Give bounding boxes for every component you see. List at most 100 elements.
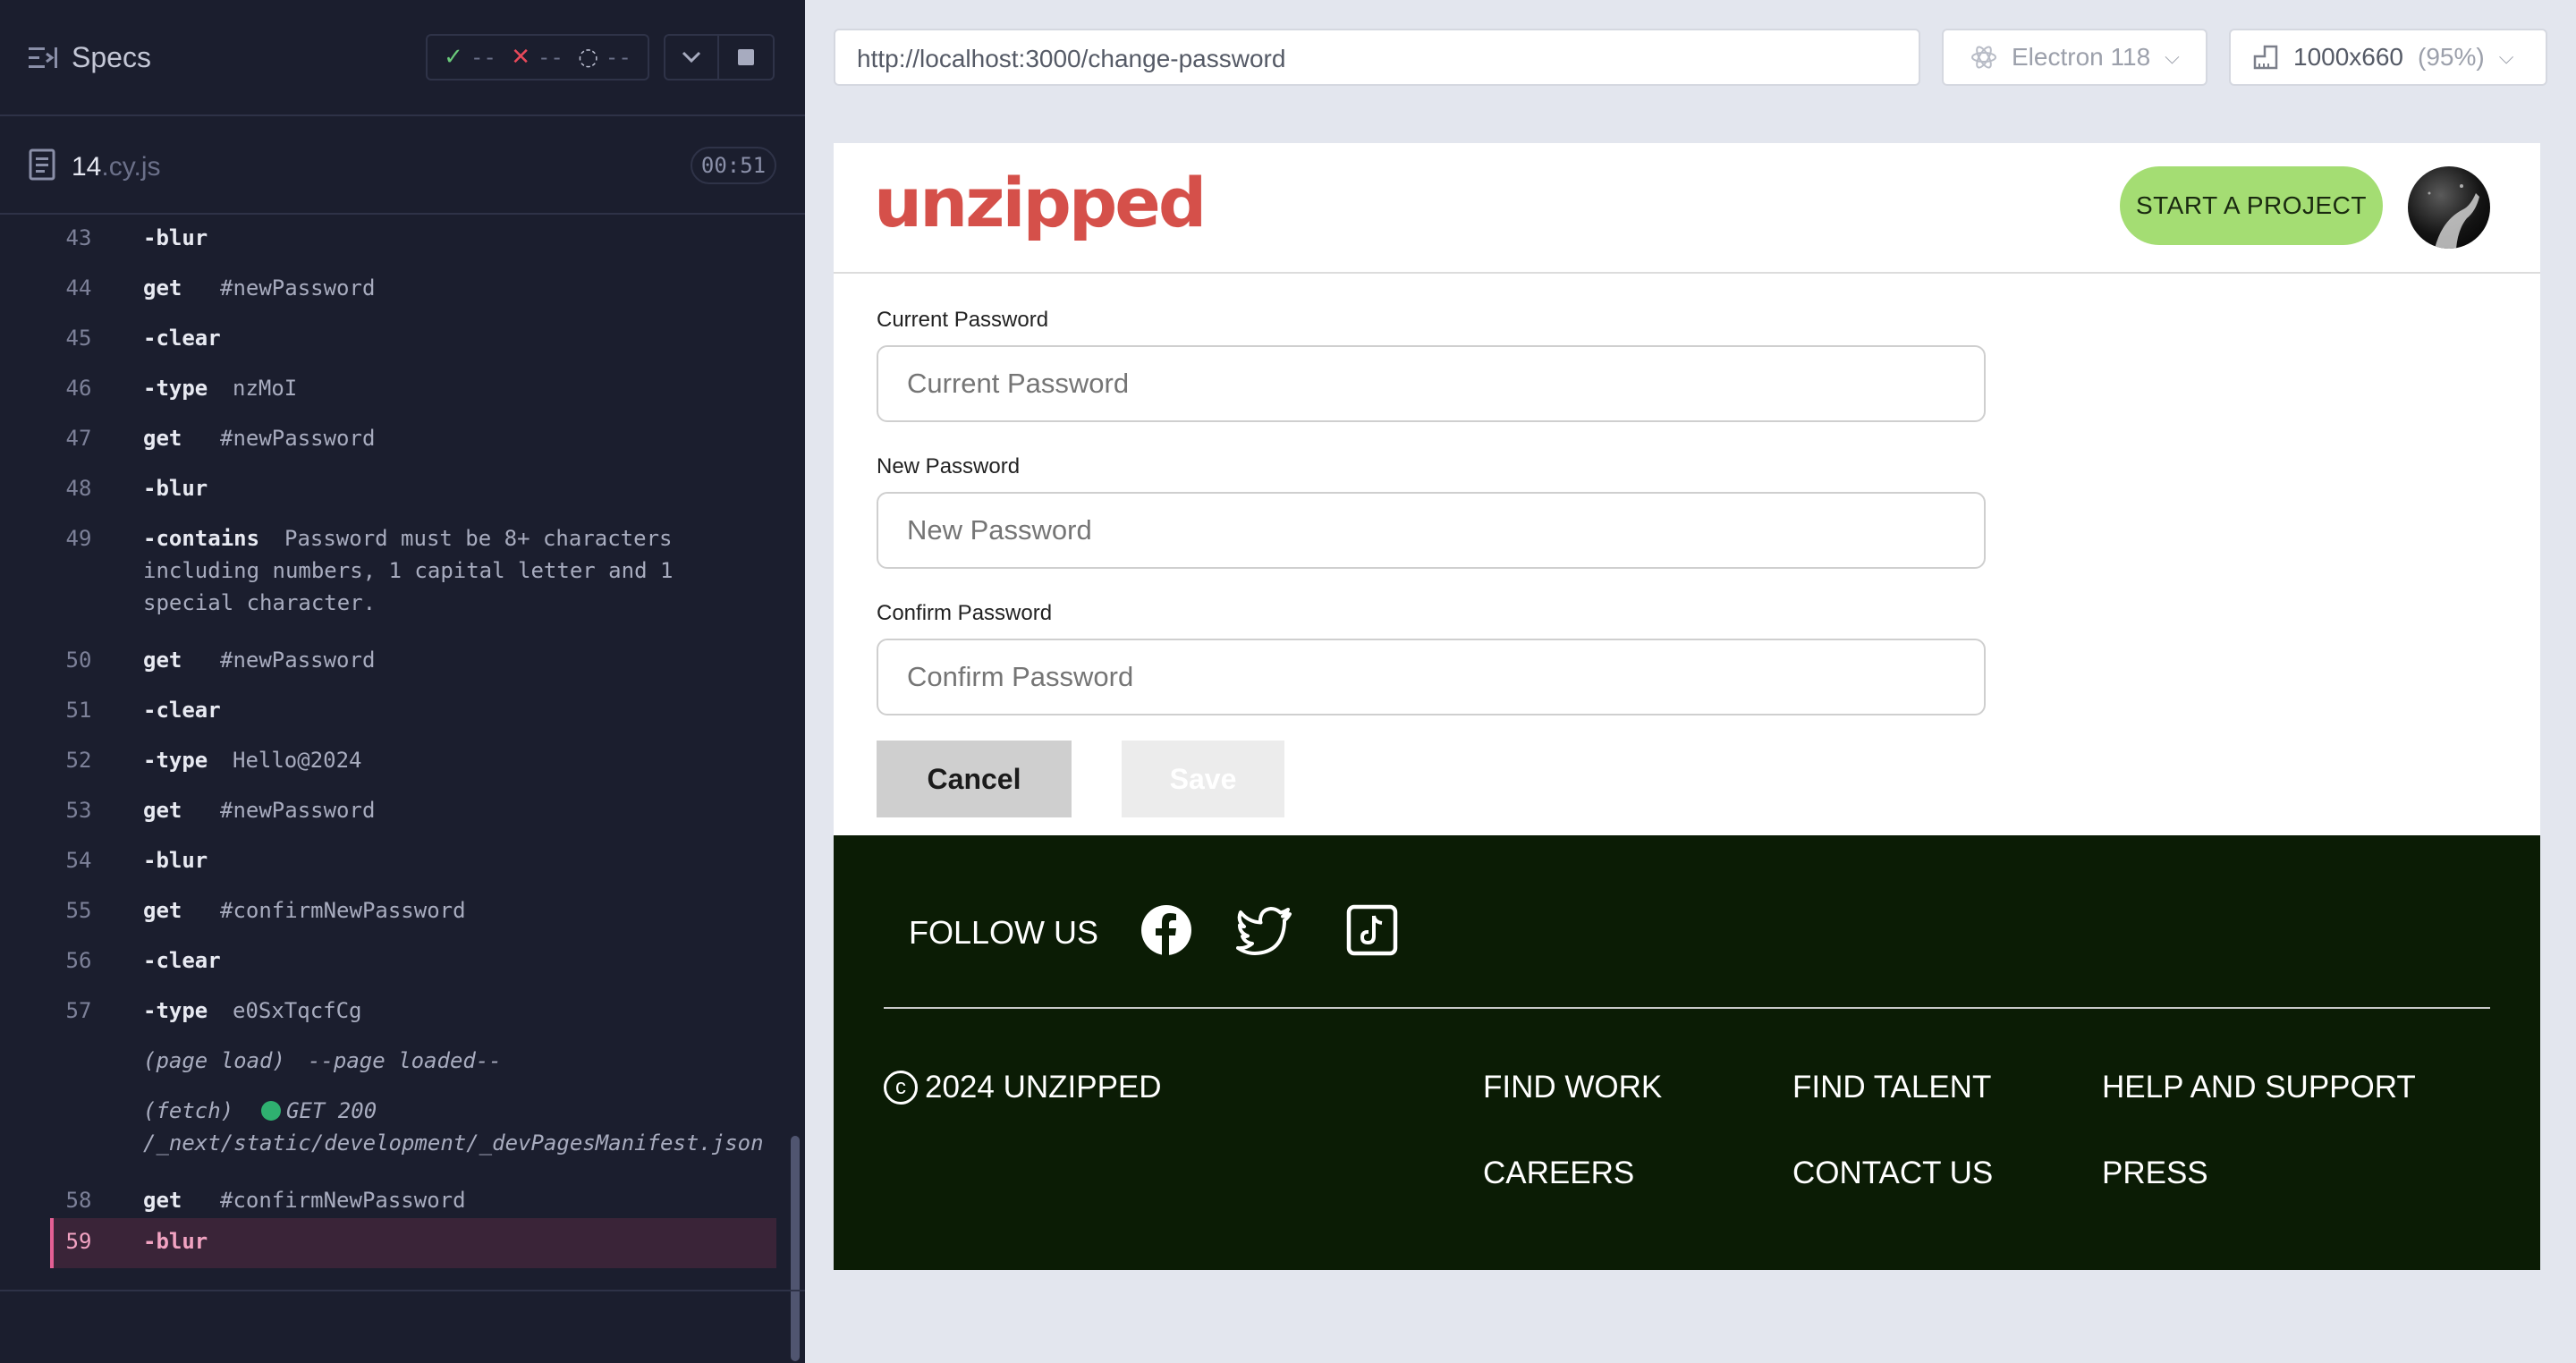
new-password-label: New Password (877, 454, 1021, 478)
browser-selector[interactable]: Electron 118 ⌵ (1942, 29, 2207, 86)
command-number: 48 (65, 476, 92, 501)
facebook-icon[interactable] (1138, 902, 1195, 959)
command-number: 49 (65, 526, 92, 551)
chevron-down-icon: ⌵ (2498, 46, 2514, 68)
fetch-url: /_next/static/development/_devPagesManif… (143, 1130, 764, 1156)
command-name: -clear (143, 698, 221, 723)
page-load-event[interactable]: (page load) --page loaded-- (52, 1048, 776, 1084)
command-name: -blur (143, 848, 208, 873)
footer-link-find-talent[interactable]: FIND TALENT (1792, 1070, 1991, 1105)
command-row[interactable]: 49 -contains Password must be 8+ charact… (52, 526, 776, 615)
unzipped-logo[interactable]: unzipped (874, 163, 1207, 242)
twitter-icon[interactable] (1236, 902, 1293, 959)
runner-header: Specs ✓ -- ✕ -- ◌ -- (0, 0, 805, 116)
command-message: Hello@2024 (233, 748, 362, 773)
browser-engine: Electron 118 (2012, 43, 2151, 71)
fetch-event[interactable]: (fetch) GET 200 /_next/static/developmen… (52, 1098, 776, 1170)
avatar-image (2428, 184, 2479, 249)
fetch-method-status: GET 200 (286, 1098, 377, 1123)
pending-count: -- (605, 45, 631, 70)
command-message: including numbers, 1 capital letter and … (143, 558, 674, 583)
command-message: e0SxTqcfCg (233, 998, 362, 1023)
command-row[interactable]: 47 get #newPassword (52, 426, 776, 461)
failed-count: -- (537, 45, 564, 70)
command-row[interactable]: 46 -type nzMoI (52, 376, 776, 411)
footer-link-find-work[interactable]: FIND WORK (1483, 1070, 1662, 1105)
confirm-password-label: Confirm Password (877, 601, 1053, 625)
specs-title[interactable]: Specs (72, 41, 151, 74)
command-message: #confirmNewPassword (220, 898, 466, 923)
check-icon: ✓ (444, 44, 463, 71)
command-name: -clear (143, 948, 221, 973)
command-row[interactable]: 51 -clear (52, 698, 776, 733)
command-row[interactable]: 43 -blur (52, 225, 776, 261)
zoom-level: (95%) (2418, 43, 2485, 71)
copyright-icon: c (884, 1071, 918, 1105)
command-row[interactable]: 57 -type e0SxTqcfCg (52, 998, 776, 1034)
footer-link-press[interactable]: PRESS (2102, 1156, 2208, 1191)
pending-circle-icon: ◌ (578, 44, 598, 71)
new-password-input[interactable] (877, 492, 1986, 569)
command-name: get (143, 798, 182, 823)
command-name: -type (143, 998, 208, 1023)
stop-button[interactable] (719, 34, 775, 80)
command-message: #newPassword (220, 798, 376, 823)
footer-link-careers[interactable]: CAREERS (1483, 1156, 1634, 1191)
command-row[interactable]: 50 get #newPassword (52, 648, 776, 683)
ruler-icon (2253, 45, 2278, 70)
current-password-label: Current Password (877, 308, 1049, 332)
cancel-button[interactable]: Cancel (877, 741, 1072, 817)
viewport-selector[interactable]: 1000x660 (95%) ⌵ (2229, 29, 2547, 86)
command-number: 47 (65, 426, 92, 451)
save-button[interactable]: Save (1122, 741, 1284, 817)
footer-link-contact-us[interactable]: CONTACT US (1792, 1156, 1993, 1191)
cypress-runner-panel: Specs ✓ -- ✕ -- ◌ -- 14.cy.js 00:51 43 -… (0, 0, 805, 1363)
specs-menu-icon[interactable] (29, 45, 57, 72)
event-message: --page loaded-- (308, 1048, 502, 1073)
command-row[interactable]: 54 -blur (52, 848, 776, 884)
fetch-status: GET 200 (261, 1098, 377, 1123)
command-row[interactable]: 48 -blur (52, 476, 776, 512)
command-row[interactable]: 45 -clear (52, 326, 776, 361)
viewport-size: 1000x660 (2293, 43, 2404, 71)
command-name: get (143, 648, 182, 673)
command-row[interactable]: 52 -type Hello@2024 (52, 748, 776, 783)
command-number: 46 (65, 376, 92, 401)
copyright: c 2024 UNZIPPED (884, 1070, 1162, 1105)
test-stats: ✓ -- ✕ -- ◌ -- (426, 34, 649, 80)
command-row[interactable]: 55 get #confirmNewPassword (52, 898, 776, 934)
current-password-input[interactable] (877, 345, 1986, 422)
command-number: 56 (65, 948, 92, 973)
command-number: 52 (65, 748, 92, 773)
passed-stat: ✓ -- (444, 44, 496, 71)
event-name: (fetch) (143, 1098, 234, 1123)
url-bar[interactable]: http://localhost:3000/change-password (834, 29, 1920, 86)
status-dot-icon (261, 1101, 281, 1121)
failed-stat: ✕ -- (511, 44, 564, 71)
command-message: #newPassword (220, 275, 376, 301)
spec-filename[interactable]: 14.cy.js (72, 152, 160, 182)
spec-duration: 00:51 (691, 147, 776, 184)
command-row-active[interactable]: 59 -blur (50, 1218, 776, 1268)
collapse-button[interactable] (664, 34, 719, 80)
spec-name: 14 (72, 152, 102, 182)
spec-row: 14.cy.js 00:51 (0, 116, 805, 215)
user-avatar[interactable] (2408, 166, 2490, 249)
command-row[interactable]: 53 get #newPassword (52, 798, 776, 834)
command-name: -blur (143, 1229, 208, 1254)
confirm-password-input[interactable] (877, 639, 1986, 715)
command-row[interactable]: 44 get #newPassword (52, 275, 776, 311)
chevron-down-icon (682, 51, 701, 63)
command-number: 44 (65, 275, 92, 301)
command-row[interactable]: 56 -clear (52, 948, 776, 984)
command-message: nzMoI (233, 376, 298, 401)
start-project-button[interactable]: START A PROJECT (2120, 166, 2383, 245)
follow-us-label: FOLLOW US (909, 914, 1099, 951)
command-message: #confirmNewPassword (220, 1188, 466, 1213)
command-name: -type (143, 748, 208, 773)
command-number: 45 (65, 326, 92, 351)
command-message: special character. (143, 590, 377, 615)
command-name: -blur (143, 476, 208, 501)
footer-link-help-support[interactable]: HELP AND SUPPORT (2102, 1070, 2416, 1105)
tiktok-icon[interactable] (1343, 902, 1401, 959)
